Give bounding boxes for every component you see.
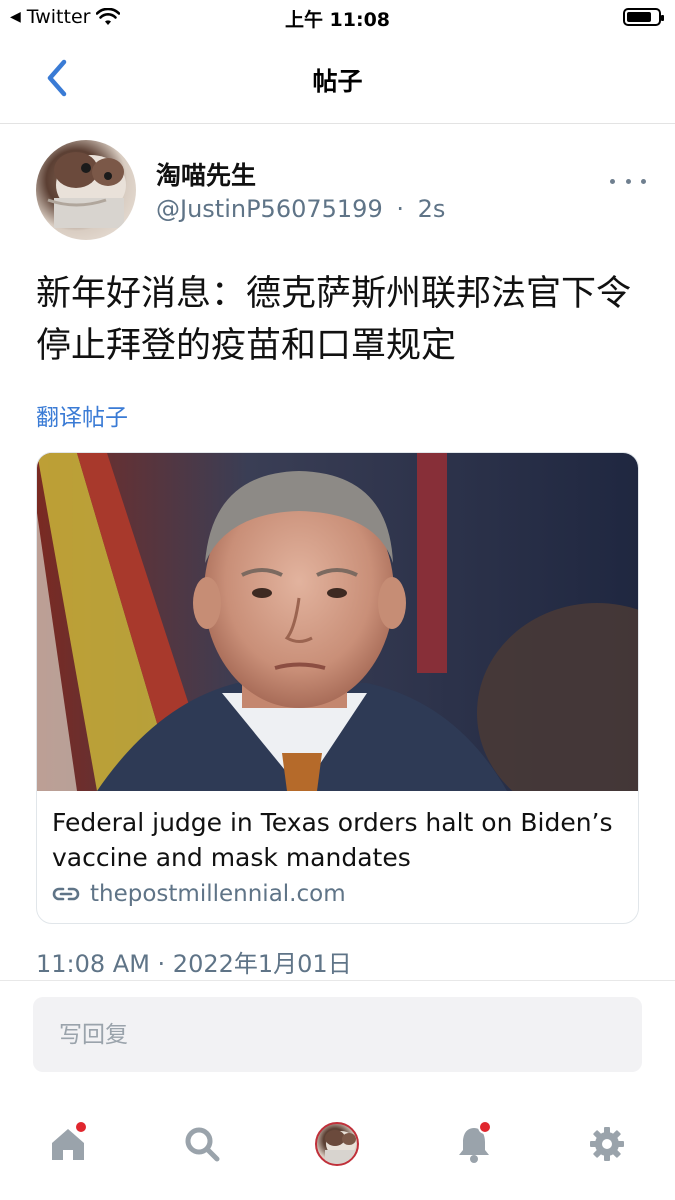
avatar[interactable] — [36, 140, 136, 240]
page-title: 帖子 — [312, 67, 363, 96]
link-card-domain: thepostmillennial.com — [90, 881, 346, 907]
battery-icon — [623, 8, 664, 26]
ellipsis-dot — [641, 178, 646, 184]
handle[interactable]: @JustinP56075199 — [156, 195, 383, 223]
separator-dot: · — [396, 195, 404, 223]
search-icon — [185, 1127, 220, 1162]
tab-search[interactable] — [180, 1122, 224, 1166]
divider — [0, 980, 675, 981]
ellipsis-icon — [610, 178, 615, 184]
link-icon — [52, 887, 80, 901]
status-bar: ◀ Twitter 上午 11:08 — [0, 0, 675, 34]
clock: 上午 11:08 — [284, 9, 391, 31]
tab-notifications[interactable] — [452, 1120, 496, 1166]
tab-bar — [0, 1100, 675, 1200]
translate-post-link[interactable]: 翻译帖子 — [36, 398, 128, 432]
screen: ◀ Twitter 上午 11:08 帖子 淘喵先生 @JustinP56075… — [0, 0, 675, 1200]
avatar-cat-image — [47, 152, 126, 228]
more-options-button[interactable] — [610, 166, 646, 196]
post-age: 2s — [417, 195, 446, 223]
ellipsis-dot — [625, 178, 631, 184]
link-card-title: Federal judge in Texas orders halt on Bi… — [52, 808, 613, 872]
home-notification-badge — [74, 1120, 88, 1134]
notifications-badge — [478, 1120, 492, 1134]
reply-input[interactable] — [33, 997, 642, 1072]
display-name[interactable]: 淘喵先生 — [156, 156, 256, 192]
profile-cat-image — [325, 1130, 356, 1164]
tab-settings[interactable] — [585, 1122, 629, 1166]
gear-icon — [590, 1127, 624, 1161]
tab-home[interactable] — [46, 1120, 90, 1166]
link-card-domain-row: thepostmillennial.com — [52, 881, 346, 907]
post-text: 新年好消息：德克萨斯州联邦法官下令停止拜登的疫苗和口罩规定 — [36, 274, 632, 366]
post-timestamp: 11:08 AM · 2022年1月01日 — [36, 950, 352, 978]
nav-bar: 帖子 — [0, 34, 675, 124]
handle-line: @JustinP56075199 · 2s — [156, 195, 445, 223]
link-card[interactable]: Federal judge in Texas orders halt on Bi… — [36, 452, 639, 924]
link-card-image — [37, 453, 638, 823]
tab-profile-avatar[interactable] — [315, 1122, 359, 1166]
